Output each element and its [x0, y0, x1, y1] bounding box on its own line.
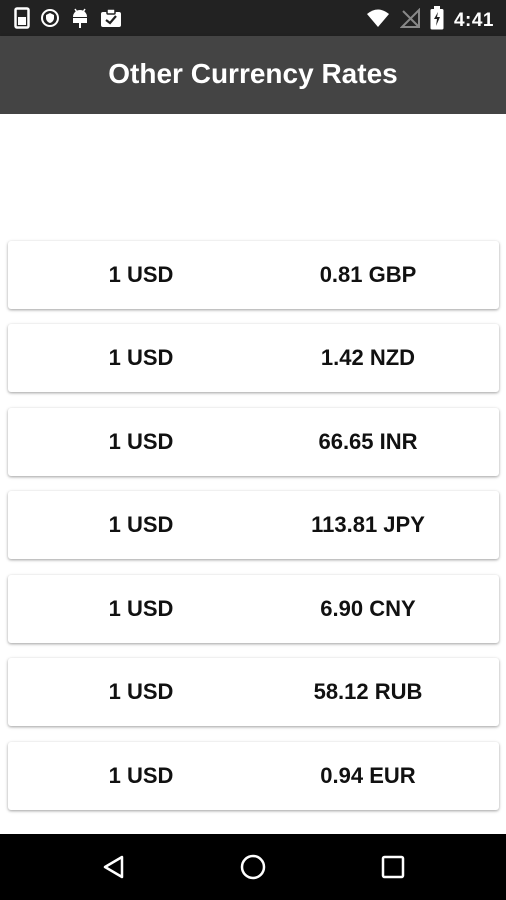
- no-signal-icon: [399, 7, 420, 33]
- status-time: 4:41: [453, 9, 494, 31]
- clipboard-check-icon: [100, 8, 122, 33]
- shield-icon: [40, 8, 60, 33]
- rate-base-label: 1 USD: [108, 512, 174, 537]
- back-button[interactable]: [96, 849, 132, 885]
- navigation-bar: [0, 834, 506, 900]
- rate-base-label: 1 USD: [108, 596, 174, 621]
- battery-charging-icon: [430, 6, 444, 35]
- status-left-icons: [14, 7, 122, 34]
- rate-value-label: 0.81 GBP: [319, 262, 417, 287]
- rate-base-label: 1 USD: [108, 429, 174, 454]
- rate-base-label: 1 USD: [108, 345, 174, 370]
- sim-card-icon: [14, 7, 30, 34]
- rate-value-label: 58.12 RUB: [313, 679, 423, 704]
- recents-button[interactable]: [375, 849, 411, 885]
- rate-card-gbp[interactable]: 1 USD 0.81 GBP: [8, 241, 499, 309]
- status-right-icons: 4:41: [366, 6, 494, 35]
- rate-card-rub[interactable]: 1 USD 58.12 RUB: [8, 658, 499, 726]
- rate-value-label: 6.90 CNY: [320, 596, 416, 621]
- status-bar: 4:41: [0, 0, 506, 36]
- home-button[interactable]: [235, 849, 271, 885]
- rate-card-inr[interactable]: 1 USD 66.65 INR: [8, 408, 499, 476]
- rate-value-label: 113.81 JPY: [311, 512, 425, 537]
- rate-base-label: 1 USD: [108, 763, 174, 788]
- rate-base-label: 1 USD: [108, 679, 174, 704]
- android-icon: [70, 7, 90, 34]
- rate-value-label: 1.42 NZD: [320, 345, 416, 370]
- rate-card-cny[interactable]: 1 USD 6.90 CNY: [8, 575, 499, 643]
- rate-card-eur[interactable]: 1 USD 0.94 EUR: [8, 742, 499, 810]
- back-icon: [103, 855, 124, 879]
- rate-card-jpy[interactable]: 1 USD 113.81 JPY: [8, 491, 499, 559]
- rate-value-label: 0.94 EUR: [320, 763, 416, 788]
- rate-card-nzd[interactable]: 1 USD 1.42 NZD: [8, 324, 499, 392]
- rate-value-label: 66.65 INR: [318, 429, 418, 454]
- recents-icon: [381, 855, 405, 879]
- home-icon: [240, 854, 266, 880]
- wifi-icon: [366, 8, 390, 33]
- app-bar: Other Currency Rates: [0, 36, 506, 114]
- rate-base-label: 1 USD: [108, 262, 174, 287]
- rates-list[interactable]: 1 USD 0.81 GBP 1 USD 1.42 NZD 1 USD 66.6…: [0, 114, 506, 834]
- page-title: Other Currency Rates: [108, 58, 398, 89]
